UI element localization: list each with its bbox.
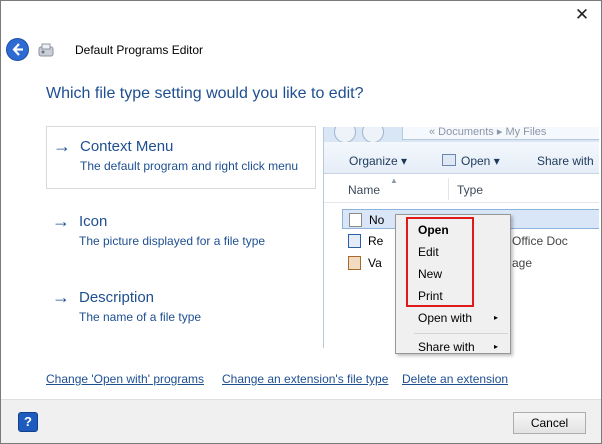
option-description[interactable]: → Description The name of a file type	[46, 278, 316, 341]
image-file-icon	[348, 256, 361, 270]
column-type: Type	[457, 183, 484, 197]
menu-item-open-with: Open with	[418, 311, 473, 325]
back-nav-icon	[334, 127, 356, 143]
page-heading: Which file type setting would you like t…	[46, 85, 364, 102]
file-type: age	[512, 256, 533, 270]
help-button[interactable]: ?	[18, 412, 38, 432]
file-name: Va	[368, 256, 382, 270]
open-icon	[442, 154, 456, 166]
submenu-arrow-icon: ▸	[493, 342, 498, 351]
sort-up-icon: ▲	[390, 176, 398, 185]
option-context-menu[interactable]: → Context Menu The default program and r…	[46, 126, 316, 189]
address-bar: « Documents ▸ My Files	[324, 127, 599, 143]
arrow-right-icon: →	[53, 136, 71, 156]
file-name: No	[369, 213, 385, 227]
column-separator	[448, 178, 449, 200]
back-arrow-icon	[12, 43, 23, 56]
footer-bar: ? Cancel	[1, 399, 601, 443]
option-title: Icon	[79, 213, 108, 230]
change-open-with-link[interactable]: Change 'Open with' programs	[46, 372, 204, 386]
option-description: The default program and right click menu	[80, 159, 299, 173]
text-file-icon	[349, 213, 362, 227]
share-menu: Share with	[537, 154, 594, 168]
menu-separator	[414, 333, 508, 334]
arrow-right-icon: →	[52, 211, 70, 231]
option-icon[interactable]: → Icon The picture displayed for a file …	[46, 202, 316, 265]
word-file-icon	[348, 234, 361, 248]
arrow-right-icon: →	[52, 287, 70, 307]
close-icon: ✕	[574, 5, 590, 24]
change-extension-link[interactable]: Change an extension's file type	[222, 372, 388, 386]
cancel-button[interactable]: Cancel	[513, 412, 586, 434]
dialog-window: ✕ Default Programs Editor Which file typ…	[0, 0, 602, 444]
forward-nav-icon	[362, 127, 384, 143]
close-button[interactable]: ✕	[569, 3, 595, 27]
organize-menu: Organize ▾	[349, 154, 408, 168]
file-name: Re	[368, 234, 384, 248]
highlight-box	[406, 217, 474, 307]
help-icon: ?	[24, 414, 32, 429]
delete-extension-link[interactable]: Delete an extension	[402, 372, 508, 386]
program-icon	[37, 41, 55, 59]
column-headers: ▲ Name Type	[324, 174, 599, 203]
column-name: Name	[348, 183, 381, 197]
option-description: The name of a file type	[79, 310, 202, 324]
submenu-arrow-icon: ▸	[493, 313, 498, 322]
option-description: The picture displayed for a file type	[79, 234, 266, 248]
option-title: Description	[79, 289, 155, 306]
file-type: Office Doc	[512, 234, 568, 248]
option-title: Context Menu	[80, 138, 174, 155]
explorer-toolbar: Organize ▾ Open ▾ Share with	[324, 142, 599, 174]
open-menu: Open ▾	[461, 154, 500, 168]
address-path: « Documents ▸ My Files	[402, 127, 599, 140]
back-button[interactable]	[6, 38, 29, 61]
window-title: Default Programs Editor	[75, 43, 204, 57]
menu-item-share-with: Share with	[418, 340, 475, 354]
